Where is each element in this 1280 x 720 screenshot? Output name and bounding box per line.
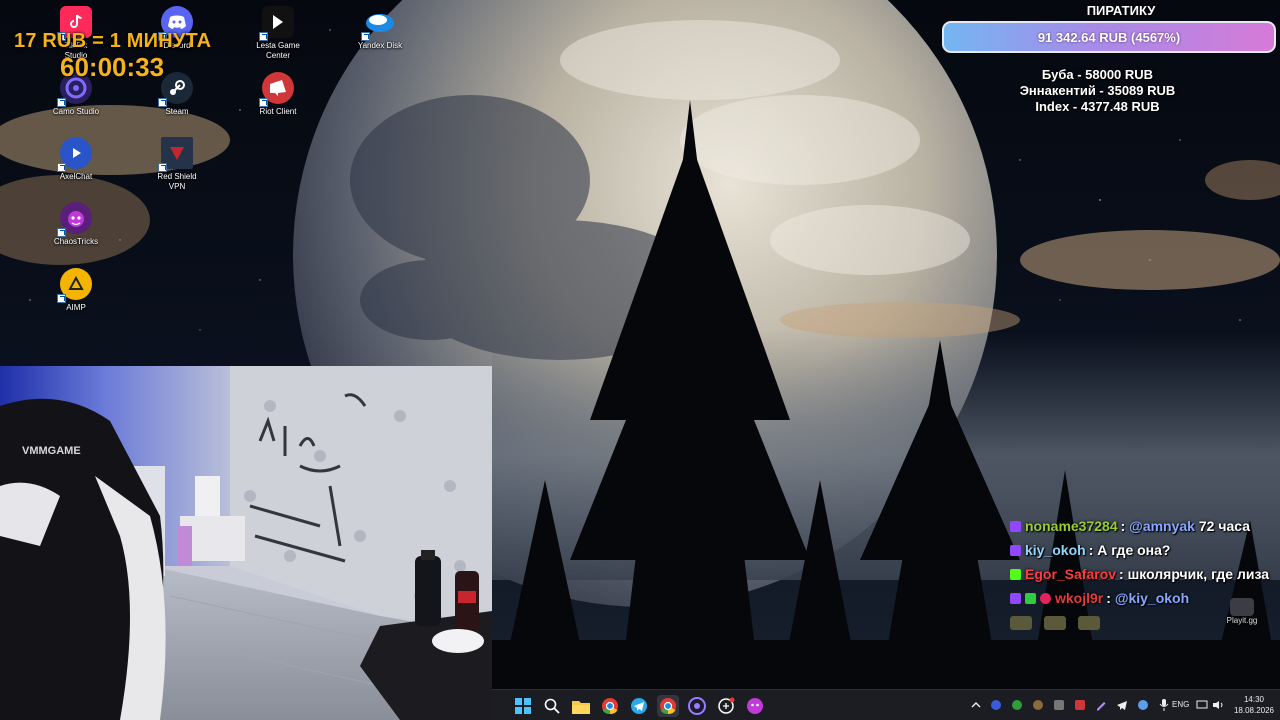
subathon-timer: 60:00:33	[60, 52, 165, 82]
desktop-icon-axelchat[interactable]: AxelChat	[41, 137, 111, 182]
desktop-icon-label: Steam	[165, 107, 189, 116]
twitch-badge-icon	[1010, 521, 1021, 532]
obs-icon[interactable]	[686, 695, 708, 717]
desktop-icon-label: Lesta Game Center	[256, 41, 300, 60]
goal-title: ПИРАТИКУ	[1086, 3, 1156, 18]
clock-time: 14:30	[1243, 695, 1265, 704]
donor-entry: Index - 4377.48 RUB	[1035, 99, 1160, 114]
webcam-feed: VMMGAME	[0, 366, 492, 720]
lesta-icon	[259, 6, 294, 41]
telegram-tray-icon[interactable]	[1116, 699, 1128, 711]
chat-username: wkojl9r	[1055, 590, 1104, 606]
language-indicator[interactable]: ENG	[1172, 700, 1189, 709]
chat-username: kiy_okoh	[1025, 542, 1086, 558]
chevron-up-icon[interactable]	[970, 699, 982, 711]
telegram-icon[interactable]	[628, 695, 650, 717]
svg-text:VMMGAME: VMMGAME	[22, 445, 81, 457]
xbox-icon[interactable]	[1011, 699, 1023, 711]
stream-chat: noname37284: @amnyak 72 часа kiy_okoh: А…	[1010, 514, 1278, 634]
steam-icon	[158, 72, 193, 107]
desktop-icon-chaostricks[interactable]: ChaosTricks	[41, 202, 111, 247]
chat-message: Egor_Safarov: школярчик, где лиза	[1010, 562, 1278, 586]
aimp-icon	[57, 268, 92, 303]
kick-badge-icon	[1010, 569, 1021, 580]
goal-amount: 91 342.64 RUB (4567%)	[1037, 29, 1181, 45]
chat-emotes	[1010, 610, 1278, 634]
chat-text: : А где она?	[1088, 542, 1171, 558]
tray-app-icon[interactable]	[1137, 699, 1149, 711]
donor-entry: Буба - 58000 RUB	[1041, 67, 1154, 82]
twitch-badge-icon	[1010, 545, 1021, 556]
chaostricks-icon[interactable]	[744, 695, 766, 717]
top-donors-list: Буба - 58000 RUB Эннакентий - 35089 RUB …	[990, 67, 1205, 115]
chat-message: wkojl9r: @kiy_okoh	[1010, 586, 1278, 610]
taskbar-clock[interactable]: 14:30 18.08.2026	[1228, 694, 1280, 716]
desktop-icon-label: AxelChat	[59, 172, 93, 181]
chat-message: noname37284: @amnyak 72 часа	[1010, 514, 1278, 538]
emote-icon	[1010, 616, 1032, 630]
desktop-icon-lesta-game-center[interactable]: Lesta Game Center	[243, 6, 313, 61]
desktop-icon-yandex-disk[interactable]: Yandex Disk	[345, 6, 415, 51]
desktop-icon-aimp[interactable]: AIMP	[41, 268, 111, 313]
file-explorer-icon[interactable]	[570, 695, 592, 717]
desktop-icon-label: Red Shield VPN	[157, 172, 197, 191]
tray-app-icon[interactable]	[990, 699, 1002, 711]
emote-icon	[1044, 616, 1066, 630]
chat-text: : @kiy_okoh	[1106, 590, 1190, 606]
axelchat-icon	[57, 137, 92, 172]
tray-app-icon[interactable]	[1032, 699, 1044, 711]
desktop-icon-label: Camo Studio	[52, 107, 100, 116]
clock-date: 18.08.2026	[1233, 706, 1275, 715]
mod-badge-icon	[1025, 593, 1036, 604]
chrome-icon[interactable]	[599, 695, 621, 717]
chaostricks-icon	[57, 202, 92, 237]
desktop-icon-label: ChaosTricks	[53, 237, 99, 246]
donor-entry: Эннакентий - 35089 RUB	[1019, 83, 1176, 98]
chatgpt-icon[interactable]	[715, 695, 737, 717]
chat-username: Egor_Safarov	[1025, 566, 1117, 582]
display-icon[interactable]	[1196, 699, 1208, 711]
desktop-icon-label: AIMP	[66, 303, 86, 312]
chat-mention: @amnyak	[1129, 518, 1195, 534]
riot-icon	[259, 72, 294, 107]
chat-text: : школярчик, где лиза	[1119, 566, 1269, 582]
chat-mention: @kiy_okoh	[1114, 590, 1190, 606]
desktop-icon-label: Yandex Disk	[357, 41, 403, 50]
desktop-icon-riot-client[interactable]: Riot Client	[243, 72, 313, 117]
emote-icon	[1078, 616, 1100, 630]
shield-icon	[158, 137, 193, 172]
desktop-icon-red-shield-vpn[interactable]: Red Shield VPN	[142, 137, 212, 192]
windows-start-icon[interactable]	[512, 695, 534, 717]
yandex-disk-icon	[361, 6, 396, 41]
chrome-active-icon[interactable]	[657, 695, 679, 717]
chat-message: kiy_okoh: А где она?	[1010, 538, 1278, 562]
volume-icon[interactable]	[1212, 699, 1224, 711]
heart-badge-icon	[1040, 593, 1051, 604]
rate-text: 17 RUB = 1 МИНУТА	[14, 30, 212, 52]
search-icon[interactable]	[541, 695, 563, 717]
tray-app-icon[interactable]	[1053, 699, 1065, 711]
taskbar: ENG 14:30 18.08.2026	[492, 689, 1280, 720]
twitch-badge-icon	[1010, 593, 1021, 604]
desktop-icon-label: Riot Client	[259, 107, 297, 116]
mic-icon[interactable]	[1158, 699, 1170, 711]
riot-tray-icon[interactable]	[1074, 699, 1086, 711]
chat-text: : @amnyak 72 часа	[1120, 518, 1250, 534]
goal-progress-bar: 91 342.64 RUB (4567%)	[942, 21, 1276, 53]
pen-icon[interactable]	[1095, 699, 1107, 711]
chat-username: noname37284	[1025, 518, 1118, 534]
